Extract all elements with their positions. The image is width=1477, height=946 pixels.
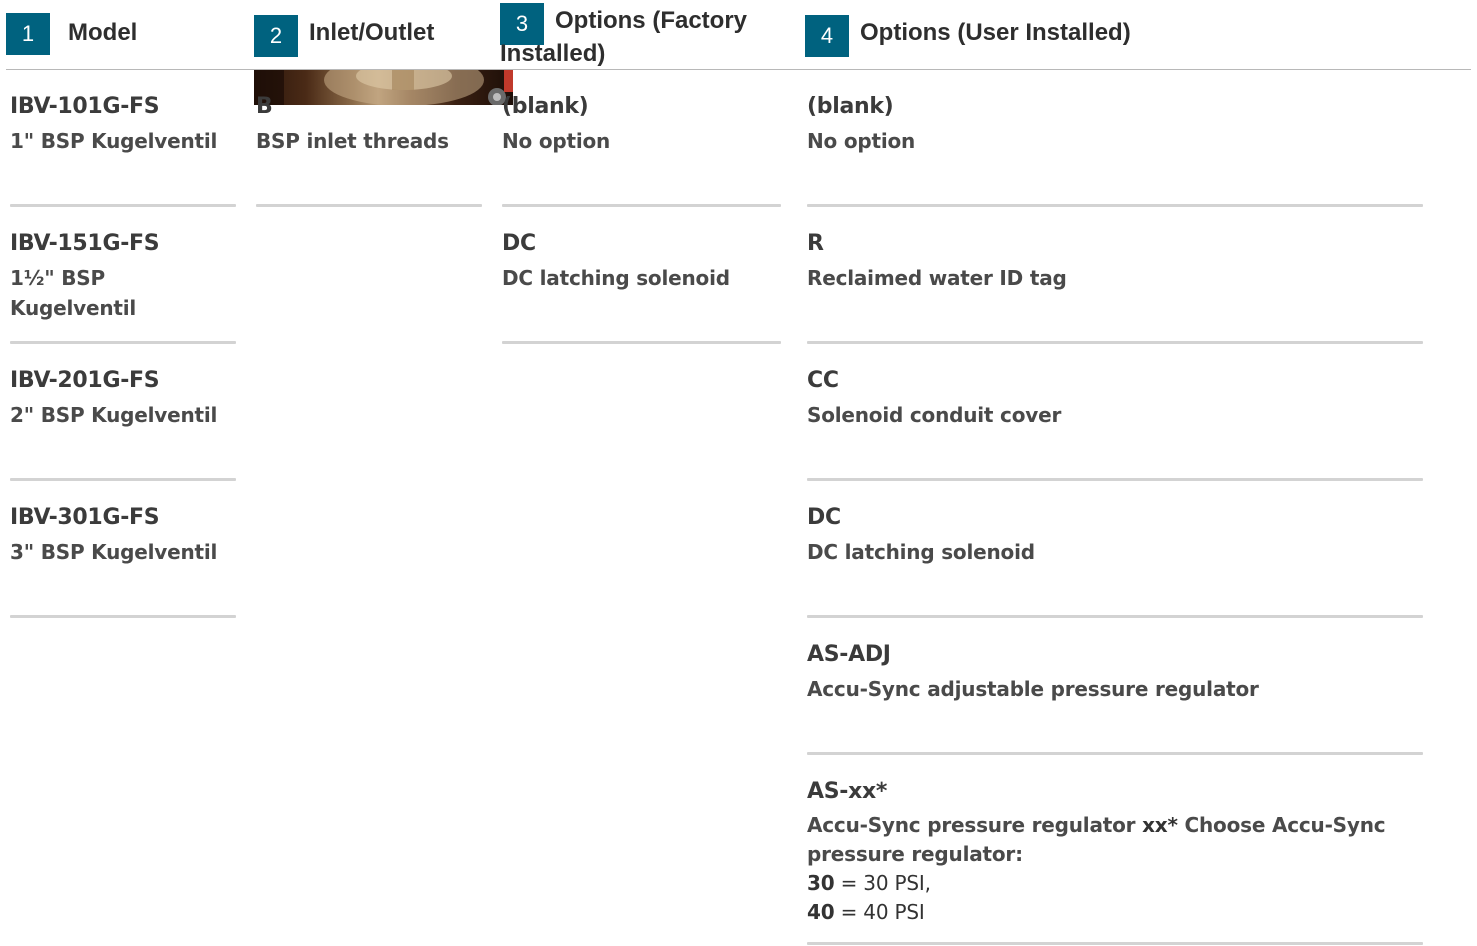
user-option-code: R (807, 231, 824, 256)
row-separator (502, 341, 781, 344)
row-separator (10, 341, 236, 344)
model-desc-line2: Kugelventil (10, 296, 137, 320)
regulator-desc-line2: pressure regulator: (807, 842, 1023, 866)
user-option-desc: Reclaimed water ID tag (807, 266, 1067, 290)
user-option-code: AS-xx* (807, 779, 888, 804)
row-separator (10, 204, 236, 207)
row-separator (807, 942, 1423, 945)
step-badge-4: 4 (805, 15, 849, 57)
regulator-option-value: 30 (807, 871, 835, 895)
factory-option-desc: DC latching solenoid (502, 266, 730, 290)
step-badge-2: 2 (254, 15, 298, 57)
user-option-desc: Solenoid conduit cover (807, 403, 1062, 427)
user-option-desc: Accu-Sync pressure regulator xx* Choose … (807, 811, 1423, 927)
row-separator (807, 478, 1423, 481)
regulator-desc-line1: Accu-Sync pressure regulator xx* Choose … (807, 811, 1423, 840)
user-option-code: AS-ADJ (807, 642, 891, 667)
model-code: IBV-201G-FS (10, 368, 160, 393)
row-separator (807, 615, 1423, 618)
regulator-option-text: = 40 PSI (834, 900, 925, 924)
regulator-desc-suffix: Choose Accu-Sync (1177, 813, 1386, 837)
regulator-option-40: 40 = 40 PSI (807, 898, 1423, 927)
model-desc: 1" BSP Kugelventil (10, 129, 218, 153)
user-option-desc: No option (807, 129, 916, 153)
step-badge-1: 1 (6, 13, 50, 55)
header-title-inlet-outlet: Inlet/Outlet (309, 19, 435, 46)
factory-option-code: (blank) (502, 94, 589, 119)
factory-option-desc: No option (502, 129, 611, 153)
inlet-desc: BSP inlet threads (256, 129, 449, 153)
valve-photo-graphic (254, 70, 513, 105)
model-desc: 1½" BSP Kugelventil (10, 263, 236, 323)
model-code: IBV-101G-FS (10, 94, 160, 119)
factory-option-code: DC (502, 231, 536, 256)
user-option-code: CC (807, 368, 839, 393)
regulator-option-value: 40 (807, 900, 835, 924)
row-separator (10, 478, 236, 481)
row-separator (10, 615, 236, 618)
header-title-model: Model (68, 19, 138, 46)
row-separator (807, 752, 1423, 755)
row-separator (807, 341, 1423, 344)
header-title-user: Options (User Installed) (860, 19, 1131, 46)
valve-photo (254, 70, 513, 105)
regulator-desc-prefix: Accu-Sync pressure regulator (807, 813, 1143, 837)
regulator-option-text: = 30 PSI, (834, 871, 931, 895)
header-divider (6, 69, 1471, 70)
user-option-desc: Accu-Sync adjustable pressure regulator (807, 677, 1259, 701)
row-separator (256, 204, 482, 207)
regulator-desc-bold: xx* (1142, 813, 1178, 837)
model-desc: 2" BSP Kugelventil (10, 403, 218, 427)
regulator-option-30: 30 = 30 PSI, (807, 869, 1423, 898)
header-title-factory-line1: Options (Factory (555, 7, 748, 34)
user-option-desc: DC latching solenoid (807, 540, 1035, 564)
model-desc: 3" BSP Kugelventil (10, 540, 218, 564)
row-separator (502, 204, 781, 207)
model-desc-line1: 1½" BSP (10, 266, 105, 290)
user-option-code: (blank) (807, 94, 894, 119)
model-code: IBV-301G-FS (10, 505, 160, 530)
user-option-code: DC (807, 505, 841, 530)
model-code: IBV-151G-FS (10, 231, 160, 256)
inlet-code: B (256, 94, 273, 119)
row-separator (807, 204, 1423, 207)
header-title-factory-line2: Installed) (500, 40, 606, 67)
